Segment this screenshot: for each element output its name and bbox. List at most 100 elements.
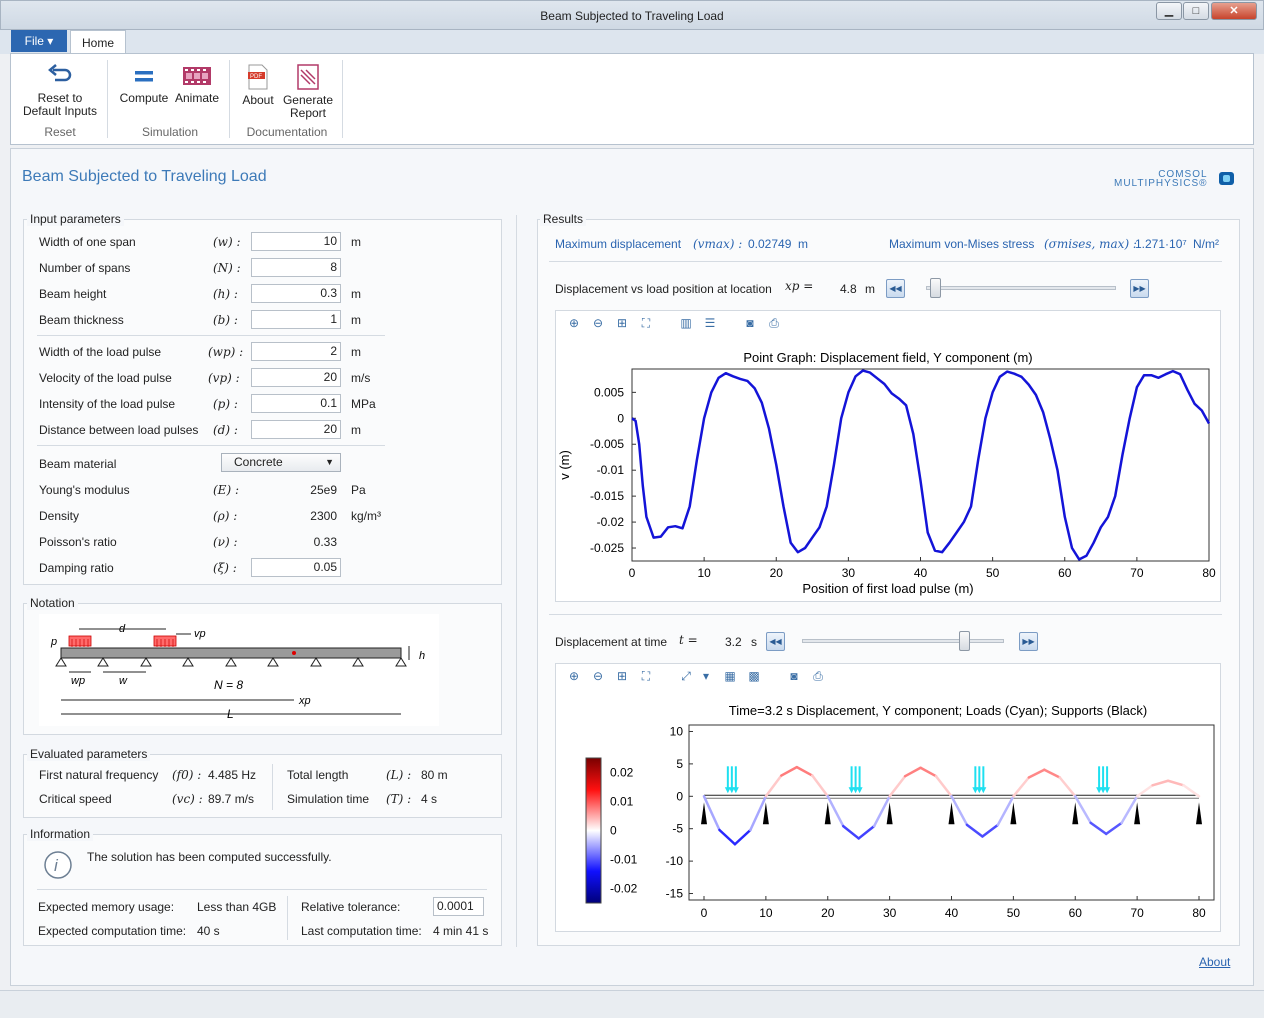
time-last-button[interactable]: ▶▶ (1019, 632, 1038, 651)
tab-home[interactable]: Home (70, 30, 126, 54)
beam-material-select[interactable]: Concrete ▼ (221, 453, 341, 472)
grid-icon[interactable]: ▦ (722, 668, 738, 684)
param-input[interactable]: 20 (251, 420, 341, 439)
table-icon[interactable]: ☰ (702, 315, 718, 331)
param-input[interactable]: 10 (251, 232, 341, 251)
tolerance-input[interactable]: 0.0001 (433, 897, 484, 916)
camera-icon[interactable]: ◙ (786, 668, 802, 684)
param-symbol: (w) : (213, 235, 241, 249)
divider (549, 614, 1222, 615)
generate-report-button[interactable]: Generate Report (279, 64, 337, 120)
colorbar-tick-label: -0.01 (610, 853, 638, 867)
damping-input[interactable]: 0.05 (251, 558, 341, 577)
reset-button[interactable]: Reset to Default Inputs (19, 64, 101, 118)
max-stress-value: 1.271·10⁷ (1135, 237, 1187, 251)
print-icon[interactable]: ⎙ (810, 668, 826, 684)
about-link[interactable]: About (1199, 955, 1230, 969)
group-reset-label: Reset (44, 125, 76, 139)
axis-orientation-icon[interactable]: ⤢ (678, 668, 694, 684)
param-symbol: (h) : (213, 287, 238, 301)
zoom-out-icon[interactable]: ⊖ (590, 668, 606, 684)
param-unit: m (351, 287, 361, 301)
location-slider-thumb[interactable] (929, 278, 941, 298)
param-symbol: (wp) : (208, 345, 244, 359)
param-input[interactable]: 20 (251, 368, 341, 387)
zoom-extents-icon[interactable]: ⛶ (638, 315, 654, 331)
x-tick-label: 60 (1058, 566, 1072, 580)
x-tick-label: 30 (883, 906, 897, 920)
comsol-logo: COMSOL MULTIPHYSICS® (1114, 170, 1208, 189)
time-value: 3.2 (725, 635, 742, 649)
maximize-button[interactable]: □ (1183, 2, 1209, 20)
divider (37, 889, 487, 890)
total-length-value: 80 m (421, 768, 448, 782)
x-tick-label: 50 (1007, 906, 1021, 920)
notation-diagram: d vp p h wp w N = 8 xp L (39, 614, 439, 726)
notation-h: h (419, 650, 425, 662)
vc-value: 89.7 m/s (208, 792, 255, 806)
x-tick-label: 30 (842, 566, 856, 580)
about-button[interactable]: PDF About (237, 64, 279, 107)
divider (37, 335, 385, 336)
param-input[interactable]: 2 (251, 342, 341, 361)
chevron-down-icon: ▼ (325, 457, 334, 467)
max-displacement-value: 0.02749 (748, 237, 792, 251)
simulation-time-label: Simulation time (287, 792, 370, 806)
information-title: Information (27, 827, 94, 841)
x-tick-label: 70 (1130, 566, 1144, 580)
zoom-extents-icon[interactable]: ⛶ (638, 668, 654, 684)
x-tick-label: 60 (1069, 906, 1083, 920)
param-label: Velocity of the load pulse (39, 371, 172, 385)
param-symbol: (p) : (213, 397, 238, 411)
plot-area (631, 368, 1210, 562)
grid-icon[interactable]: ▥ (678, 315, 694, 331)
info-message: The solution has been computed successfu… (87, 850, 332, 864)
time-slider-thumb[interactable] (958, 631, 970, 651)
beam-material-label: Beam material (39, 457, 117, 471)
param-symbol: (d) : (213, 423, 238, 437)
time-slider[interactable] (802, 639, 1004, 643)
tolerance-label: Relative tolerance: (301, 900, 401, 914)
compute-button-label: Compute (119, 91, 169, 105)
animate-button[interactable]: Animate (171, 64, 223, 105)
time-symbol: t = (679, 633, 698, 647)
x-tick-label: 20 (821, 906, 835, 920)
print-icon[interactable]: ⎙ (766, 315, 782, 331)
param-input[interactable]: 8 (251, 258, 341, 277)
property-value: 2300 (310, 509, 337, 523)
chevron-down-icon[interactable]: ▾ (698, 668, 714, 684)
x-tick-label: 10 (697, 566, 711, 580)
x-axis-label: Position of first load pulse (m) (802, 581, 973, 596)
svg-text:PDF: PDF (250, 74, 262, 80)
undo-arrow-icon (48, 64, 72, 82)
zoom-out-icon[interactable]: ⊖ (590, 315, 606, 331)
notation-wp: wp (71, 675, 85, 687)
x-tick-label: 70 (1130, 906, 1144, 920)
minimize-button[interactable]: ▁ (1156, 2, 1182, 20)
close-button[interactable]: ✕ (1211, 2, 1257, 20)
location-slider[interactable] (926, 286, 1116, 290)
location-last-button[interactable]: ▶▶ (1130, 279, 1149, 298)
location-label: Displacement vs load position at locatio… (555, 282, 772, 296)
zoom-in-icon[interactable]: ⊕ (566, 315, 582, 331)
file-menu-button[interactable]: File ▾ (11, 30, 67, 52)
property-value: 0.33 (313, 535, 337, 549)
zoom-in-icon[interactable]: ⊕ (566, 668, 582, 684)
zoom-box-icon[interactable]: ⊞ (614, 668, 630, 684)
param-input[interactable]: 0.3 (251, 284, 341, 303)
camera-icon[interactable]: ◙ (742, 315, 758, 331)
param-label: Distance between load pulses (39, 423, 199, 437)
y-tick-label: 5 (676, 757, 683, 771)
param-unit: m (351, 423, 361, 437)
scene-light-icon[interactable]: ▩ (746, 668, 762, 684)
time-first-button[interactable]: ◀◀ (766, 632, 785, 651)
compute-button[interactable]: Compute (117, 64, 171, 105)
zoom-box-icon[interactable]: ⊞ (614, 315, 630, 331)
animate-button-label: Animate (174, 91, 220, 105)
param-input[interactable]: 0.1 (251, 394, 341, 413)
param-input[interactable]: 1 (251, 310, 341, 329)
notation-L: L (227, 707, 234, 721)
location-first-button[interactable]: ◀◀ (886, 279, 905, 298)
x-tick-label: 20 (770, 566, 784, 580)
total-length-symbol: (L) : (386, 768, 412, 782)
